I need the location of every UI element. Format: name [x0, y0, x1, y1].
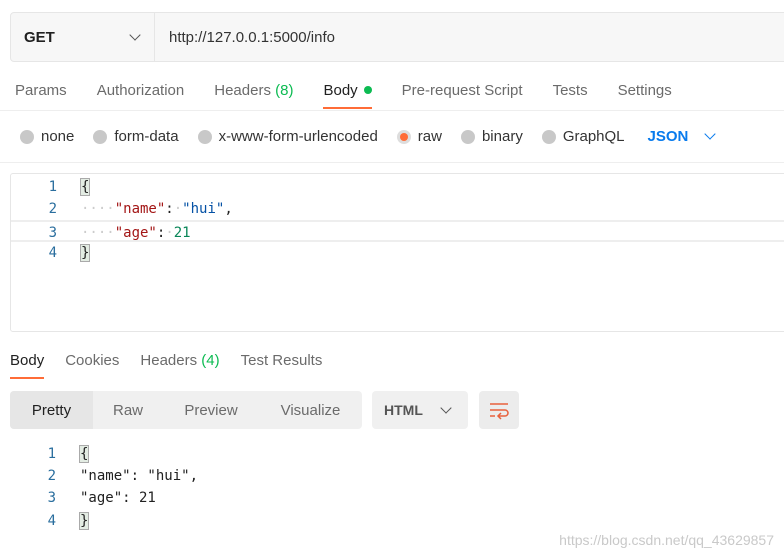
radio-x-www-form-urlencoded[interactable]: x-www-form-urlencoded: [197, 128, 378, 145]
tab-params[interactable]: Params: [15, 82, 67, 109]
method-select[interactable]: GET: [11, 13, 155, 61]
chevron-down-icon: [129, 29, 141, 41]
divider: [0, 110, 784, 111]
url-bar: GET http://127.0.0.1:5000/info: [10, 12, 784, 62]
wrap-lines-button[interactable]: [479, 391, 519, 429]
body-editor[interactable]: 1{ 2 ····"name":·"hui", 3 ····"age":·21 4}: [10, 173, 784, 332]
radio-icon: [460, 129, 475, 144]
tab-pre-request-script[interactable]: Pre-request Script: [402, 82, 523, 109]
body-type-radios: none form-data x-www-form-urlencoded raw…: [20, 128, 743, 145]
url-input[interactable]: http://127.0.0.1:5000/info: [155, 13, 335, 61]
tab-response-body[interactable]: Body: [10, 352, 45, 379]
tab-test-results[interactable]: Test Results: [241, 352, 323, 379]
radio-graphql[interactable]: GraphQL: [541, 128, 625, 145]
tab-tests[interactable]: Tests: [553, 82, 588, 109]
request-tabs: Params Authorization Headers (8) Body Pr…: [15, 82, 702, 109]
tab-authorization[interactable]: Authorization: [97, 82, 185, 109]
response-format-select[interactable]: HTML: [372, 391, 468, 429]
divider: [0, 162, 784, 163]
radio-icon: [20, 129, 34, 144]
radio-icon: [93, 129, 108, 144]
radio-icon: [197, 129, 212, 144]
chevron-down-icon: [440, 402, 452, 414]
chevron-down-icon: [703, 128, 716, 140]
wrap-icon: [490, 403, 509, 420]
tab-headers[interactable]: Headers (8): [214, 82, 293, 109]
radio-form-data[interactable]: form-data: [93, 128, 179, 145]
visualize-button[interactable]: Visualize: [259, 391, 362, 429]
preview-button[interactable]: Preview: [163, 391, 259, 429]
raw-button[interactable]: Raw: [93, 391, 163, 429]
tab-settings[interactable]: Settings: [618, 82, 672, 109]
radio-binary[interactable]: binary: [460, 128, 523, 145]
language-select[interactable]: JSON: [644, 128, 724, 145]
radio-selected-icon: [396, 129, 411, 144]
radio-icon: [541, 129, 556, 144]
response-tabs: Body Cookies Headers (4) Test Results: [10, 352, 343, 379]
response-body[interactable]: 1{ 2 "name": "hui", 3 "age": 21 4}: [10, 443, 710, 533]
format-toggle: Pretty Raw Preview Visualize: [10, 391, 362, 429]
watermark: https://blog.csdn.net/qq_43629857: [559, 532, 774, 548]
radio-none[interactable]: none: [20, 128, 74, 145]
radio-raw[interactable]: raw: [396, 128, 442, 145]
modified-dot-icon: [363, 86, 372, 94]
tab-cookies[interactable]: Cookies: [65, 352, 119, 379]
tab-body[interactable]: Body: [323, 82, 372, 109]
tab-response-headers[interactable]: Headers (4): [140, 352, 219, 379]
pretty-button[interactable]: Pretty: [10, 391, 93, 429]
